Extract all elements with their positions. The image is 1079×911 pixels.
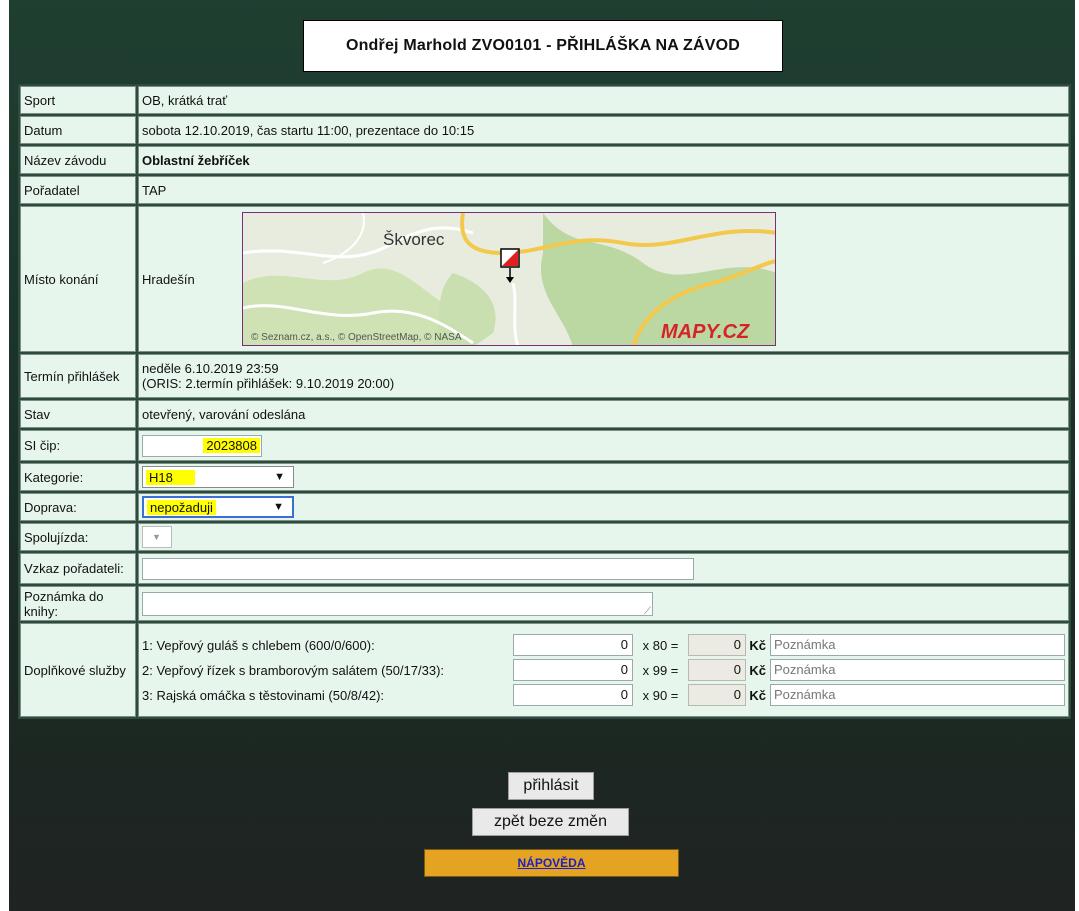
si-value: 2023808 bbox=[203, 437, 260, 453]
sport-value: OB, krátká trať bbox=[138, 86, 1069, 114]
date-value: sobota 12.10.2019, čas startu 11:00, pre… bbox=[138, 116, 1069, 144]
row-category: Kategorie: H18 ▼ bbox=[20, 463, 1069, 491]
location-map[interactable]: Škvorec © Seznam.cz, a.s., © OpenStreetM… bbox=[242, 212, 776, 346]
service-price: x 90 = bbox=[642, 687, 679, 703]
transport-select[interactable]: nepožaduji ▼ bbox=[142, 496, 294, 518]
message-input[interactable] bbox=[142, 557, 694, 580]
services-label: Doplňkové služby bbox=[20, 623, 136, 717]
row-transport: Doprava: nepožaduji ▼ bbox=[20, 493, 1069, 521]
message-label: Vzkaz pořadateli: bbox=[20, 553, 136, 584]
message-cell bbox=[138, 553, 1069, 584]
row-venue: Místo konání Hradešín Škvorec © Seznam.c… bbox=[20, 206, 1069, 352]
service-total: 0 bbox=[688, 684, 746, 706]
service-total: 0 bbox=[688, 659, 746, 681]
service-row-1: 1: Vepřový guláš s chlebem (600/0/600): … bbox=[142, 633, 1065, 658]
service-name: 2: Vepřový řízek s bramborovým salátem (… bbox=[142, 662, 445, 678]
row-status: Stav otevřený, varování odeslána bbox=[20, 400, 1069, 428]
venue-cell: Hradešín Škvorec © Seznam.cz, a.s., © Op… bbox=[138, 206, 1069, 352]
row-services: Doplňkové služby 1: Vepřový guláš s chle… bbox=[20, 623, 1069, 717]
sport-label: Sport bbox=[20, 86, 136, 114]
resize-handle-icon[interactable]: ⟋ bbox=[644, 606, 651, 617]
category-select[interactable]: H18 ▼ bbox=[142, 466, 294, 488]
map-graphic: Škvorec © Seznam.cz, a.s., © OpenStreetM… bbox=[243, 213, 775, 345]
deadline-line1: neděle 6.10.2019 23:59 bbox=[142, 361, 279, 376]
registration-form: Sport OB, krátká trať Datum sobota 12.10… bbox=[18, 84, 1071, 719]
service-name: 1: Vepřový guláš s chlebem (600/0/600): bbox=[142, 637, 375, 653]
row-book-note: Poznámka do knihy: ⟋ bbox=[20, 586, 1069, 621]
book-note-cell: ⟋ bbox=[138, 586, 1069, 621]
service-total: 0 bbox=[688, 634, 746, 656]
category-value: H18 bbox=[146, 469, 195, 485]
service-qty-input[interactable]: 0 bbox=[513, 634, 633, 656]
currency-label: Kč bbox=[749, 637, 766, 653]
si-input[interactable]: 2023808 bbox=[142, 434, 262, 457]
si-cell: 2023808 bbox=[138, 430, 1069, 461]
back-button[interactable]: zpět beze změn bbox=[472, 808, 629, 836]
service-price: x 80 = bbox=[642, 637, 679, 653]
service-qty-input[interactable]: 0 bbox=[513, 684, 633, 706]
venue-label: Místo konání bbox=[20, 206, 136, 352]
service-row-3: 3: Rajská omáčka s těstovinami (50/8/42)… bbox=[142, 683, 1065, 708]
status-value: otevřený, varování odeslána bbox=[138, 400, 1069, 428]
help-link[interactable]: NÁPOVĚDA bbox=[517, 856, 585, 870]
deadline-line2: (ORIS: 2.termín přihlášek: 9.10.2019 20:… bbox=[142, 376, 395, 391]
race-name-label: Název závodu bbox=[20, 146, 136, 174]
services-cell: 1: Vepřový guláš s chlebem (600/0/600): … bbox=[138, 623, 1069, 717]
chevron-down-icon: ▼ bbox=[152, 532, 161, 542]
row-si: SI čip: 2023808 bbox=[20, 430, 1069, 461]
submit-button[interactable]: přihlásit bbox=[508, 772, 594, 800]
deadline-label: Termín přihlášek bbox=[20, 354, 136, 398]
venue-value: Hradešín bbox=[142, 271, 195, 287]
map-credits: © Seznam.cz, a.s., © OpenStreetMap, © NA… bbox=[251, 332, 462, 343]
organizer-label: Pořadatel bbox=[20, 176, 136, 204]
map-place-label: Škvorec bbox=[383, 230, 445, 249]
service-note-input[interactable]: Poznámka bbox=[770, 659, 1065, 681]
date-label: Datum bbox=[20, 116, 136, 144]
chevron-down-icon: ▼ bbox=[274, 471, 285, 483]
transport-cell: nepožaduji ▼ bbox=[138, 493, 1069, 521]
service-note-input[interactable]: Poznámka bbox=[770, 634, 1065, 656]
race-name-value: Oblastní žebříček bbox=[138, 146, 1069, 174]
row-message: Vzkaz pořadateli: bbox=[20, 553, 1069, 584]
service-price: x 99 = bbox=[642, 662, 679, 678]
deadline-value: neděle 6.10.2019 23:59 (ORIS: 2.termín p… bbox=[138, 354, 1069, 398]
category-label: Kategorie: bbox=[20, 463, 136, 491]
row-carpool: Spolujízda: ▼ bbox=[20, 523, 1069, 551]
carpool-label: Spolujízda: bbox=[20, 523, 136, 551]
row-date: Datum sobota 12.10.2019, čas startu 11:0… bbox=[20, 116, 1069, 144]
organizer-value: TAP bbox=[138, 176, 1069, 204]
row-sport: Sport OB, krátká trať bbox=[20, 86, 1069, 114]
transport-label: Doprava: bbox=[20, 493, 136, 521]
carpool-select[interactable]: ▼ bbox=[142, 526, 172, 548]
service-row-2: 2: Vepřový řízek s bramborovým salátem (… bbox=[142, 658, 1065, 683]
book-note-textarea[interactable]: ⟋ bbox=[142, 591, 653, 617]
service-note-input[interactable]: Poznámka bbox=[770, 684, 1065, 706]
row-organizer: Pořadatel TAP bbox=[20, 176, 1069, 204]
si-label: SI čip: bbox=[20, 430, 136, 461]
currency-label: Kč bbox=[749, 687, 766, 703]
service-qty-input[interactable]: 0 bbox=[513, 659, 633, 681]
page-title: Ondřej Marhold ZVO0101 - PŘIHLÁŠKA NA ZÁ… bbox=[303, 20, 783, 72]
help-bar: NÁPOVĚDA bbox=[424, 849, 679, 877]
mapy-logo: MAPY.CZ bbox=[661, 321, 750, 343]
chevron-down-icon: ▼ bbox=[273, 501, 284, 513]
currency-label: Kč bbox=[749, 662, 766, 678]
row-race-name: Název závodu Oblastní žebříček bbox=[20, 146, 1069, 174]
service-name: 3: Rajská omáčka s těstovinami (50/8/42)… bbox=[142, 687, 385, 703]
category-cell: H18 ▼ bbox=[138, 463, 1069, 491]
carpool-cell: ▼ bbox=[138, 523, 1069, 551]
transport-value: nepožaduji bbox=[147, 499, 216, 515]
book-note-label: Poznámka do knihy: bbox=[20, 586, 136, 621]
row-deadline: Termín přihlášek neděle 6.10.2019 23:59 … bbox=[20, 354, 1069, 398]
status-label: Stav bbox=[20, 400, 136, 428]
